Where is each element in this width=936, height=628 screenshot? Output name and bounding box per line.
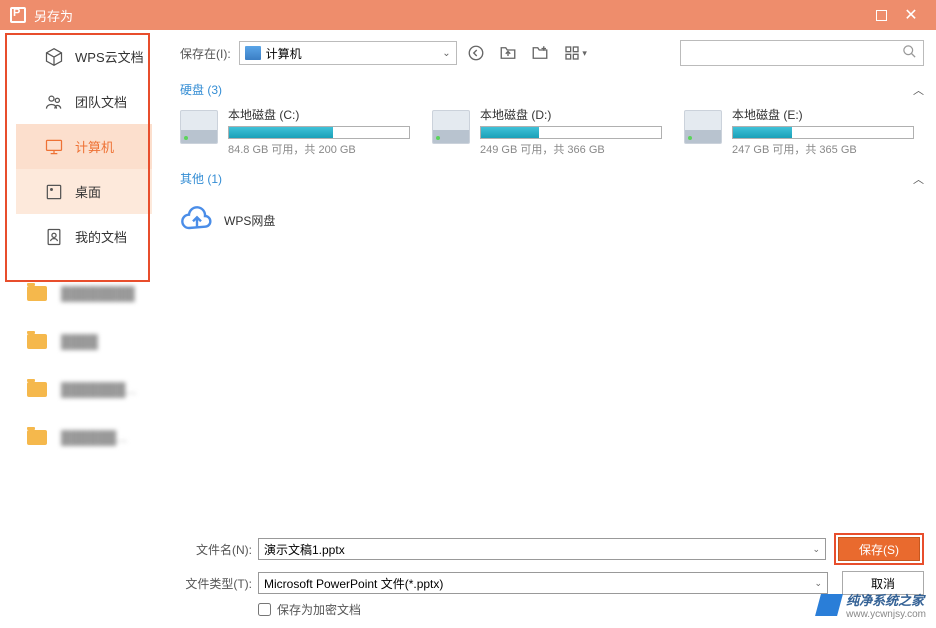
encrypt-checkbox[interactable] <box>258 603 271 616</box>
encrypt-label: 保存为加密文档 <box>277 601 361 618</box>
sidebar: WPS云文档 团队文档 计算机 桌面 我的文档 <box>0 30 168 628</box>
location-value: 计算机 <box>266 45 302 62</box>
search-input[interactable] <box>687 46 902 60</box>
section-other[interactable]: 其他 (1) ︿ <box>180 170 924 187</box>
sidebar-item-desktop[interactable]: 桌面 <box>16 169 152 214</box>
chevron-up-icon: ︿ <box>913 82 924 98</box>
filename-input[interactable]: 演示文稿1.pptx ⌄ <box>258 538 826 560</box>
drive-d[interactable]: 本地磁盘 (D:) 249 GB 可用，共 366 GB <box>432 106 662 157</box>
drive-icon <box>432 110 470 144</box>
save-button[interactable]: 保存(S) <box>838 537 920 561</box>
toolbar: 保存在(I): 计算机 ⌄ ▾ <box>180 40 924 66</box>
drive-usage-bar <box>480 126 662 139</box>
sidebar-item-cloud-docs[interactable]: WPS云文档 <box>16 34 152 79</box>
recent-folder-1[interactable]: ████████ <box>0 269 168 317</box>
search-box[interactable] <box>680 40 924 66</box>
new-folder-button[interactable] <box>527 41 553 65</box>
team-icon <box>43 91 65 113</box>
user-doc-icon <box>43 226 65 248</box>
location-label: 保存在(I): <box>180 45 231 62</box>
back-button[interactable] <box>463 41 489 65</box>
sidebar-item-label: WPS云文档 <box>75 47 144 66</box>
folder-icon <box>27 382 47 397</box>
drive-e[interactable]: 本地磁盘 (E:) 247 GB 可用，共 365 GB <box>684 106 914 157</box>
folder-icon <box>27 334 47 349</box>
sidebar-item-label: 我的文档 <box>75 227 127 246</box>
sidebar-item-label: 桌面 <box>75 182 101 201</box>
cloud-label: WPS网盘 <box>224 212 275 229</box>
view-options-button[interactable]: ▾ <box>559 41 593 65</box>
monitor-icon <box>43 136 65 158</box>
annotation-highlight: 保存(S) <box>834 533 924 565</box>
section-disk[interactable]: 硬盘 (3) ︿ <box>180 81 924 98</box>
drive-usage-bar <box>732 126 914 139</box>
drive-icon <box>180 110 218 144</box>
sidebar-item-label: 团队文档 <box>75 92 127 111</box>
drive-text: 247 GB 可用，共 365 GB <box>732 141 914 157</box>
chevron-down-icon: ⌄ <box>812 544 820 555</box>
sidebar-item-team-docs[interactable]: 团队文档 <box>16 79 152 124</box>
section-label: 其他 (1) <box>180 170 222 187</box>
filename-label: 文件名(N): <box>180 541 252 558</box>
watermark-main: 纯净系统之家 <box>846 590 926 609</box>
drive-name: 本地磁盘 (D:) <box>480 106 662 123</box>
sidebar-item-computer[interactable]: 计算机 <box>16 124 152 169</box>
drive-usage-bar <box>228 126 410 139</box>
chevron-down-icon: ⌄ <box>442 48 450 59</box>
search-icon <box>902 44 917 62</box>
watermark-logo <box>815 594 843 616</box>
drive-text: 84.8 GB 可用，共 200 GB <box>228 141 410 157</box>
recent-folder-2[interactable]: ████ <box>0 317 168 365</box>
cloud-icon <box>180 203 214 237</box>
drive-name: 本地磁盘 (E:) <box>732 106 914 123</box>
location-dropdown[interactable]: 计算机 ⌄ <box>239 41 457 65</box>
close-button[interactable]: ✕ <box>896 0 926 30</box>
sidebar-item-label: 计算机 <box>75 137 114 156</box>
chevron-up-icon: ︿ <box>913 171 924 187</box>
watermark-sub: www.ycwnjsy.com <box>846 609 926 620</box>
computer-small-icon <box>245 46 261 60</box>
drive-name: 本地磁盘 (C:) <box>228 106 410 123</box>
cube-icon <box>43 46 65 68</box>
titlebar: 另存为 ✕ <box>0 0 936 30</box>
cloud-drive[interactable]: WPS网盘 <box>180 203 924 237</box>
filetype-dropdown[interactable]: Microsoft PowerPoint 文件(*.pptx) ⌄ <box>258 572 828 594</box>
recent-folder-4[interactable]: ██████... <box>0 413 168 461</box>
watermark: 纯净系统之家 www.ycwnjsy.com <box>818 590 926 620</box>
folder-icon <box>27 286 47 301</box>
desktop-icon <box>43 181 65 203</box>
window-title: 另存为 <box>34 6 866 25</box>
drive-text: 249 GB 可用，共 366 GB <box>480 141 662 157</box>
filetype-label: 文件类型(T): <box>180 575 252 592</box>
form-area: 文件名(N): 演示文稿1.pptx ⌄ 保存(S) 文件类型(T): Micr… <box>180 525 924 618</box>
folder-icon <box>27 430 47 445</box>
sidebar-item-my-docs[interactable]: 我的文档 <box>16 214 152 259</box>
recent-folder-3[interactable]: ███████... <box>0 365 168 413</box>
drive-c[interactable]: 本地磁盘 (C:) 84.8 GB 可用，共 200 GB <box>180 106 410 157</box>
section-label: 硬盘 (3) <box>180 81 222 98</box>
chevron-down-icon: ⌄ <box>814 578 822 589</box>
filetype-value: Microsoft PowerPoint 文件(*.pptx) <box>264 575 443 592</box>
drive-icon <box>684 110 722 144</box>
filename-value: 演示文稿1.pptx <box>264 541 345 558</box>
app-icon <box>10 7 26 23</box>
maximize-button[interactable] <box>866 0 896 30</box>
drives-row: 本地磁盘 (C:) 84.8 GB 可用，共 200 GB 本地磁盘 (D:) … <box>180 106 924 157</box>
up-folder-button[interactable] <box>495 41 521 65</box>
